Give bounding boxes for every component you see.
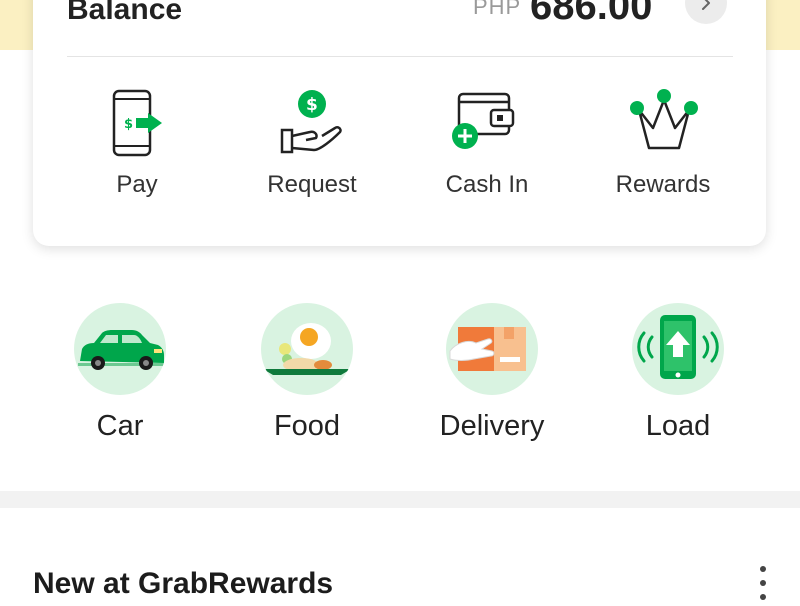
more-dot-icon: [760, 566, 766, 572]
svg-text:$: $: [124, 117, 133, 132]
card-divider: [67, 56, 733, 57]
crown-icon: [623, 88, 703, 160]
balance-details-button[interactable]: [685, 0, 727, 24]
rewards-button[interactable]: Rewards: [583, 88, 743, 218]
phone-pay-icon: $: [97, 88, 177, 160]
more-dot-icon: [760, 580, 766, 586]
service-food-label: Food: [273, 410, 341, 442]
service-delivery-label: Delivery: [439, 410, 545, 442]
section-divider: [0, 491, 800, 508]
svg-text:$: $: [306, 95, 318, 115]
more-dot-icon: [760, 594, 766, 600]
balance-label: Balance: [67, 0, 183, 26]
pay-label: Pay: [116, 171, 158, 198]
wallet-card: Balance PHP 686.00 $ Pay $ Request Cash …: [33, 0, 766, 246]
service-load-label: Load: [645, 410, 711, 442]
hand-coin-icon: $: [272, 88, 352, 160]
food-plate-icon: [261, 303, 353, 395]
service-load[interactable]: Load: [593, 303, 763, 448]
chevron-right-icon: [702, 0, 710, 10]
car-icon: [74, 303, 166, 395]
balance-currency: PHP: [473, 0, 522, 19]
service-delivery[interactable]: Delivery: [407, 303, 577, 448]
more-options-button[interactable]: [748, 562, 778, 606]
request-button[interactable]: $ Request: [232, 88, 392, 218]
rewards-label: Rewards: [615, 171, 711, 198]
rewards-section-title: New at GrabRewards: [33, 567, 334, 600]
request-label: Request: [267, 171, 357, 198]
wallet-add-icon: [447, 88, 527, 160]
cash-in-label: Cash In: [445, 171, 529, 198]
balance-amount: 686.00: [530, 0, 653, 28]
service-car[interactable]: Car: [35, 303, 205, 448]
phone-load-icon: [632, 303, 724, 395]
pay-button[interactable]: $ Pay: [57, 88, 217, 218]
service-food[interactable]: Food: [222, 303, 392, 448]
delivery-box-icon: [446, 303, 538, 395]
cash-in-button[interactable]: Cash In: [407, 88, 567, 218]
service-car-label: Car: [96, 410, 144, 442]
